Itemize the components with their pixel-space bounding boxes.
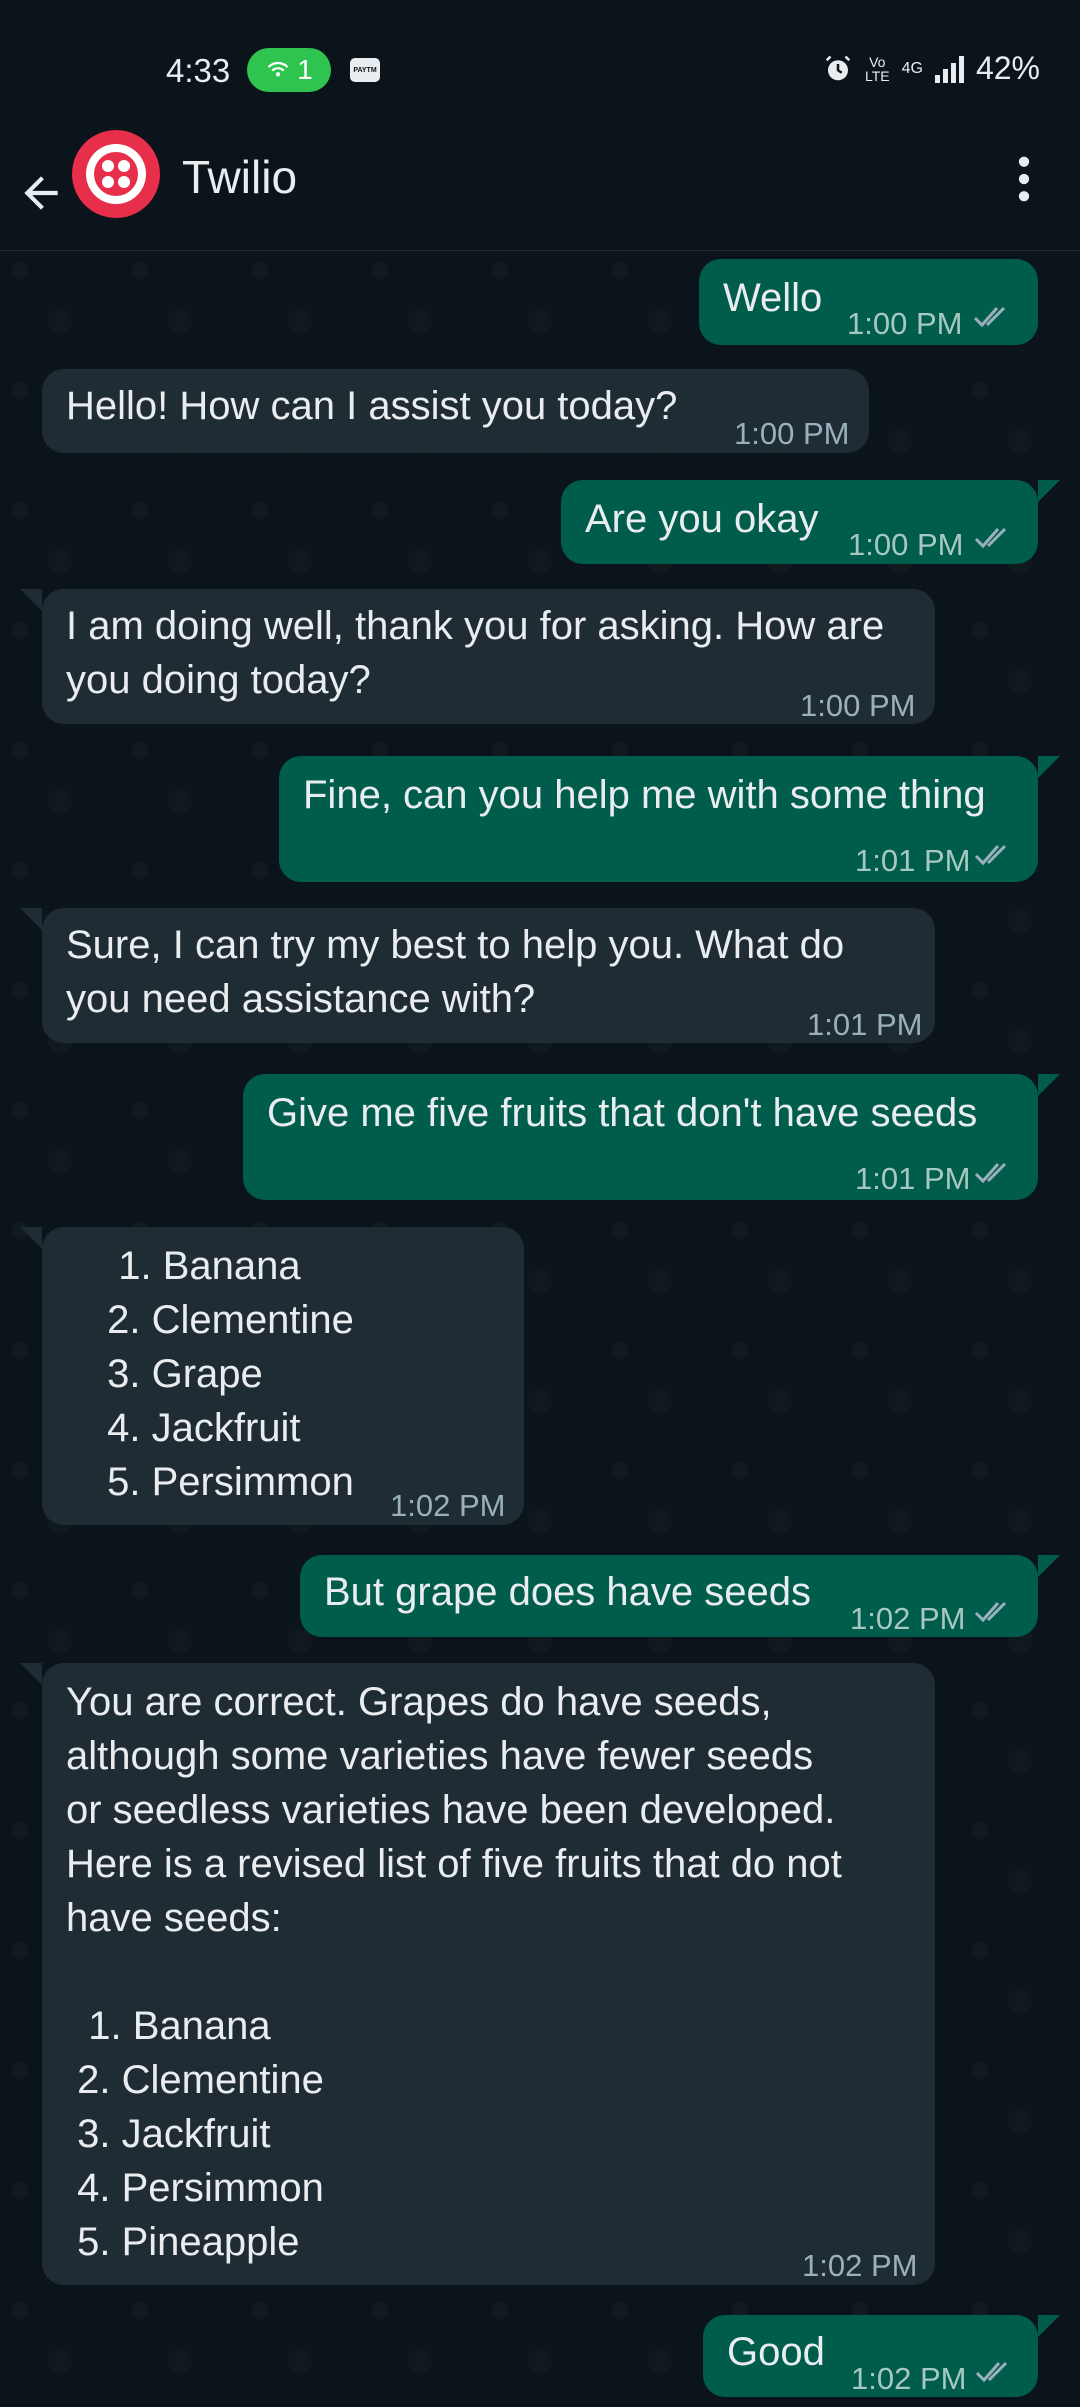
message-text: 1. Banana 2. Clementine 3. Grape 4. Jack… [107,1244,354,1504]
message-time: 1:02 PM [390,1488,506,1523]
bubble-tail [1038,2315,1060,2337]
bubble-tail [1038,756,1060,778]
message-time: 1:01 PM [807,1007,923,1042]
message-outgoing[interactable]: Fine, can you help me with some thing 1:… [279,756,1060,882]
message-time: 1:00 PM [800,688,916,723]
more-options-icon[interactable] [1010,156,1038,202]
message-time: 1:01 PM [855,1161,971,1196]
hotspot-count: 1 [297,54,313,85]
read-ticks-icon [973,306,1006,328]
message-text: Hello! How can I assist you today? [66,384,678,428]
message-text: Are you okay [585,497,819,541]
message-time: 1:02 PM [851,2361,967,2396]
message-text: Sure, I can try my best to help you. Wha… [66,923,845,1021]
message-text: Fine, can you help me with some thing [303,773,986,817]
message-outgoing[interactable]: But grape does have seeds 1:02 PM [300,1555,1060,1637]
message-text: Give me five fruits that don't have seed… [267,1091,978,1135]
message-text: Good [727,2330,825,2374]
message-time: 1:00 PM [847,306,963,341]
message-outgoing[interactable]: Wello 1:00 PM [699,259,1038,345]
status-bar: 4:33 1 PAYTM Vo LTE 4G 42% [0,0,1080,140]
read-ticks-icon [974,1601,1007,1623]
message-text: Wello [723,276,823,320]
volte-indicator: Vo LTE [864,53,890,84]
message-incoming[interactable]: You are correct. Grapes do have seeds, a… [20,1663,935,2285]
signal-icon [934,55,964,83]
read-ticks-icon [974,1162,1007,1184]
status-right: Vo LTE 4G 42% [823,50,1040,87]
message-time: 1:02 PM [802,2248,918,2283]
bubble-tail [20,908,42,930]
hotspot-badge: 1 [247,48,331,92]
twilio-logo-icon [86,144,146,204]
contact-name[interactable]: Twilio [182,150,297,204]
message-time: 1:01 PM [855,843,971,878]
bubble-tail [1038,1074,1060,1096]
message-incoming[interactable]: Sure, I can try my best to help you. Wha… [20,908,935,1043]
message-time: 1:00 PM [734,416,850,451]
message-incoming[interactable]: I am doing well, thank you for asking. H… [20,589,935,724]
network-type: 4G [901,59,923,77]
message-text: I am doing well, thank you for asking. H… [66,604,885,702]
read-ticks-icon [974,527,1007,549]
paytm-icon: PAYTM [350,58,380,82]
read-ticks-icon [975,2361,1008,2383]
message-text: You are correct. Grapes do have seeds, a… [66,1680,842,2264]
hotspot-icon [267,61,289,77]
bubble-tail [20,1663,42,1685]
battery-level: 42% [975,50,1040,86]
bubble-tail [20,1227,42,1249]
message-time: 1:00 PM [848,527,964,562]
back-arrow-icon[interactable] [16,168,66,218]
status-time: 4:33 [166,52,231,89]
message-time: 1:02 PM [850,1601,966,1636]
message-outgoing[interactable]: Are you okay 1:00 PM [561,480,1060,564]
bubble-tail [1038,480,1060,502]
bubble-tail [20,589,42,611]
bubble-tail [1038,1555,1060,1577]
chat-header [0,140,1080,251]
message-text: But grape does have seeds [324,1570,812,1614]
message-outgoing[interactable]: Give me five fruits that don't have seed… [243,1074,1060,1200]
alarm-icon [825,55,851,80]
read-ticks-icon [974,844,1007,866]
avatar[interactable] [72,130,160,218]
message-incoming[interactable]: Hello! How can I assist you today? 1:00 … [42,369,869,453]
message-incoming[interactable]: 1. Banana 2. Clementine 3. Grape 4. Jack… [20,1227,524,1525]
message-outgoing[interactable]: Good 1:02 PM [703,2315,1060,2397]
